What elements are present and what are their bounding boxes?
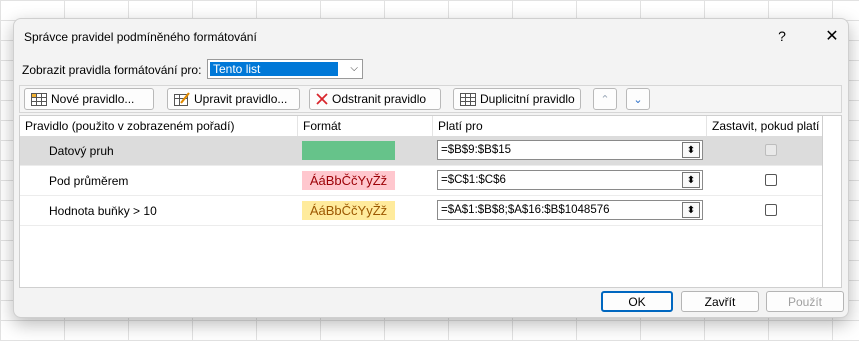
format-preview: ÁáBbČčYyŽž bbox=[302, 171, 395, 190]
format-preview: ÁáBbČčYyŽž bbox=[302, 201, 395, 220]
applies-to-field[interactable]: =$A$1:$B$8;$A$16:$B$1048576 ⬍ bbox=[437, 200, 703, 220]
new-rule-button[interactable]: Nové pravidlo... bbox=[24, 88, 154, 110]
applies-to-value: =$B$9:$B$15 bbox=[441, 144, 512, 156]
collapse-dialog-icon[interactable]: ⬍ bbox=[682, 142, 700, 158]
chevron-down-icon: ⌄ bbox=[633, 93, 643, 106]
help-button[interactable]: ? bbox=[768, 24, 796, 48]
move-down-button[interactable]: ⌄ bbox=[626, 88, 650, 110]
new-rule-icon bbox=[31, 92, 47, 106]
applies-to-value: =$C$1:$C$6 bbox=[441, 174, 506, 186]
applies-to-field[interactable]: =$C$1:$C$6 ⬍ bbox=[437, 170, 703, 190]
delete-rule-label: Odstranit pravidlo bbox=[332, 92, 427, 106]
edit-rule-label: Upravit pravidlo... bbox=[194, 92, 288, 106]
ok-button[interactable]: OK bbox=[601, 291, 673, 312]
collapse-dialog-icon[interactable]: ⬍ bbox=[682, 172, 700, 188]
conditional-formatting-dialog: Správce pravidel podmíněného formátování… bbox=[13, 18, 849, 318]
rule-name: Pod průměrem bbox=[49, 174, 129, 188]
rules-table: Pravidlo (použito v zobrazeném pořadí) F… bbox=[19, 115, 823, 288]
table-row[interactable]: Datový pruh =$B$9:$B$15 ⬍ bbox=[20, 136, 822, 166]
chevron-down-icon: ⌵ bbox=[350, 63, 358, 74]
show-rules-value: Tento list bbox=[210, 62, 338, 76]
apply-button[interactable]: Použít bbox=[766, 291, 844, 312]
new-rule-label: Nové pravidlo... bbox=[51, 92, 135, 106]
edit-rule-button[interactable]: Upravit pravidlo... bbox=[167, 88, 300, 110]
table-header: Pravidlo (použito v zobrazeném pořadí) F… bbox=[20, 116, 822, 137]
header-stop-if-true: Zastavit, pokud platí bbox=[712, 119, 820, 133]
show-rules-label: Zobrazit pravidla formátování pro: bbox=[22, 63, 202, 77]
stop-if-true-checkbox[interactable] bbox=[765, 174, 777, 186]
collapse-dialog-icon[interactable]: ⬍ bbox=[682, 202, 700, 218]
duplicate-rule-button[interactable]: Duplicitní pravidlo bbox=[453, 88, 581, 110]
show-rules-select[interactable]: Tento list ⌵ bbox=[207, 59, 363, 79]
edit-rule-icon bbox=[174, 92, 190, 106]
table-row[interactable]: Hodnota buňky > 10 ÁáBbČčYyŽž =$A$1:$B$8… bbox=[20, 196, 822, 226]
duplicate-rule-label: Duplicitní pravidlo bbox=[480, 92, 575, 106]
header-rule: Pravidlo (použito v zobrazeném pořadí) bbox=[20, 116, 298, 136]
applies-to-field[interactable]: =$B$9:$B$15 ⬍ bbox=[437, 140, 703, 160]
delete-icon bbox=[316, 93, 328, 105]
dialog-title: Správce pravidel podmíněného formátování bbox=[24, 30, 257, 44]
rule-name: Datový pruh bbox=[49, 144, 114, 158]
chevron-up-icon: ⌃ bbox=[600, 93, 610, 106]
header-applies-to: Platí pro bbox=[433, 116, 707, 136]
close-dialog-button[interactable]: Zavřít bbox=[681, 291, 759, 312]
applies-to-value: =$A$1:$B$8;$A$16:$B$1048576 bbox=[441, 204, 610, 216]
stop-if-true-checkbox[interactable] bbox=[765, 144, 777, 156]
rule-name: Hodnota buňky > 10 bbox=[49, 204, 157, 218]
stop-if-true-checkbox[interactable] bbox=[765, 204, 777, 216]
title-bar: Správce pravidel podmíněného formátování… bbox=[14, 19, 848, 53]
delete-rule-button[interactable]: Odstranit pravidlo bbox=[309, 88, 441, 110]
header-format: Formát bbox=[298, 116, 433, 136]
format-preview-databar bbox=[302, 141, 395, 160]
duplicate-rule-icon bbox=[460, 92, 476, 106]
close-button[interactable]: ✕ bbox=[818, 24, 846, 48]
table-row[interactable]: Pod průměrem ÁáBbČčYyŽž =$C$1:$C$6 ⬍ bbox=[20, 166, 822, 196]
move-up-button[interactable]: ⌃ bbox=[593, 88, 617, 110]
rules-toolbar: Nové pravidlo... Upravit pravidlo... Ods… bbox=[19, 85, 842, 113]
table-scrollbar[interactable] bbox=[823, 115, 842, 288]
